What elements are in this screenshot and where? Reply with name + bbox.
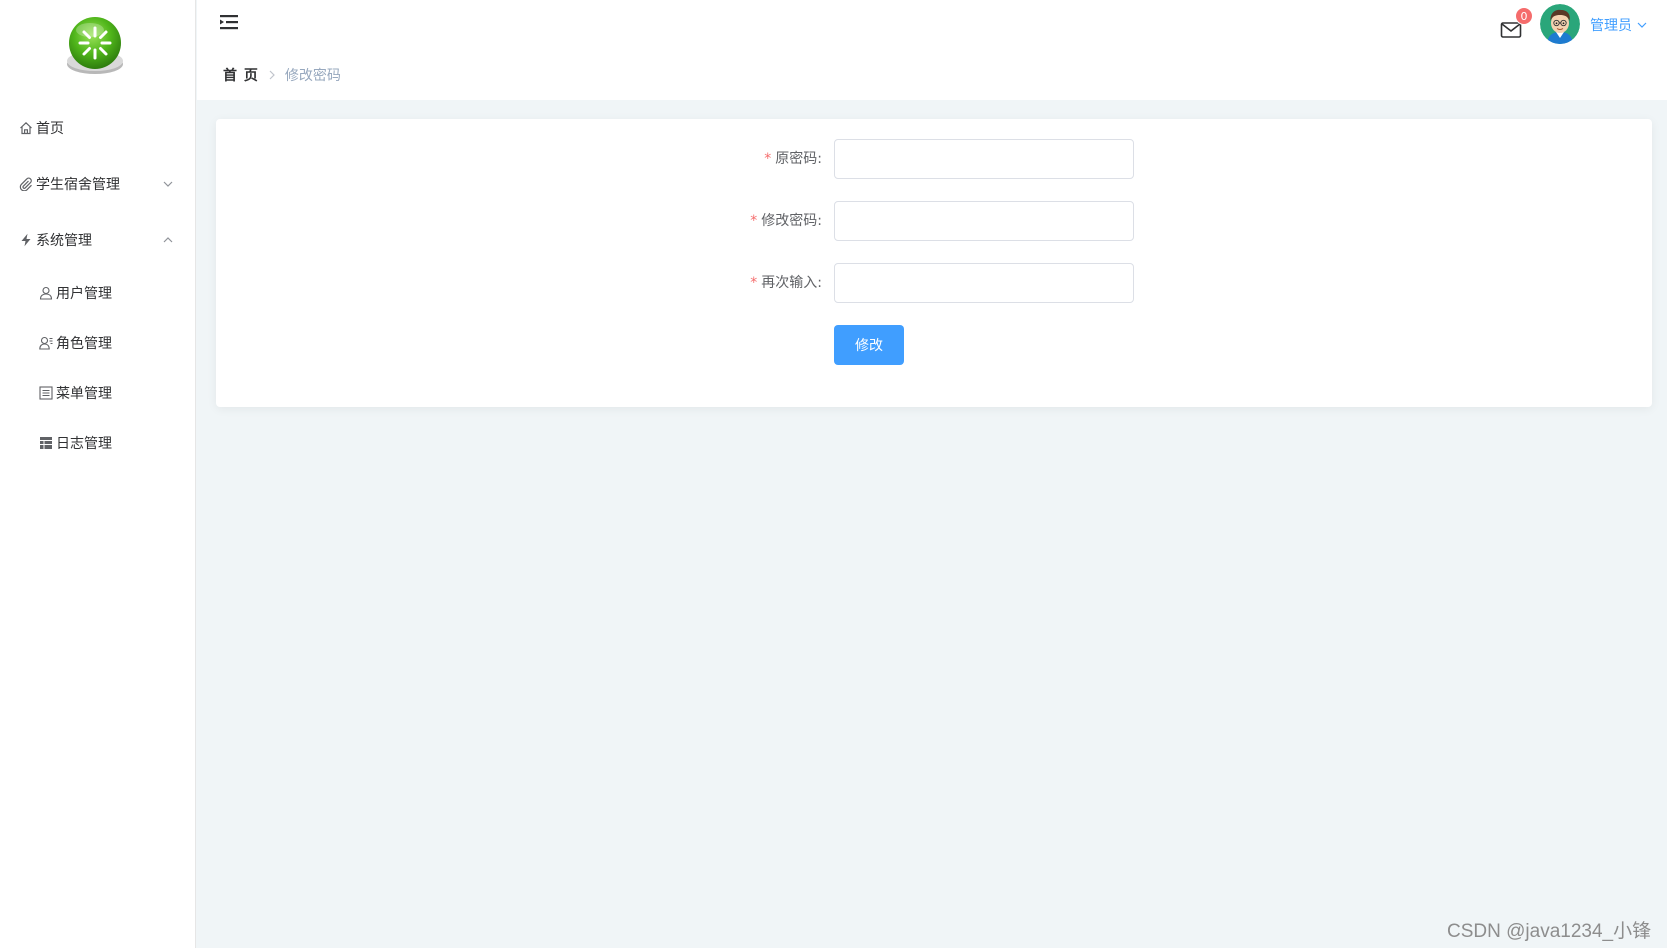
avatar[interactable] bbox=[1540, 4, 1580, 44]
required-asterisk: * bbox=[750, 213, 758, 229]
sidebar-menu: 首页 学生宿舍管理 系统管理 用户管理 角色管理 菜单管理 日志管理 bbox=[0, 100, 196, 468]
app-logo[interactable] bbox=[62, 14, 128, 76]
breadcrumb: 首 页 修改密码 bbox=[223, 65, 341, 85]
user-name-label: 管理员 bbox=[1590, 18, 1632, 34]
required-asterisk: * bbox=[764, 151, 772, 167]
chevron-right-icon bbox=[267, 70, 277, 80]
sidebar-item-users[interactable]: 用户管理 bbox=[0, 268, 196, 318]
chevron-down-icon bbox=[162, 178, 174, 190]
sidebar-item-label: 菜单管理 bbox=[56, 386, 112, 402]
user-role-icon bbox=[38, 335, 54, 351]
table-icon bbox=[38, 435, 54, 451]
sidebar-item-label: 日志管理 bbox=[56, 436, 112, 452]
home-icon bbox=[18, 120, 34, 136]
required-asterisk: * bbox=[750, 275, 758, 291]
user-icon bbox=[38, 285, 54, 301]
old-password-input[interactable] bbox=[834, 139, 1134, 179]
collapse-menu-icon[interactable] bbox=[219, 12, 239, 32]
form-row-old-password: * 原密码: bbox=[216, 139, 1652, 179]
sidebar-item-roles[interactable]: 角色管理 bbox=[0, 318, 196, 368]
chevron-up-icon bbox=[162, 234, 174, 246]
sidebar-item-label: 首页 bbox=[36, 121, 64, 137]
change-password-card: * 原密码: * 修改密码: * 再次输入: 修改 bbox=[216, 119, 1652, 407]
paperclip-icon bbox=[18, 176, 34, 192]
list-icon bbox=[38, 385, 54, 401]
form-row-confirm-password: * 再次输入: bbox=[216, 263, 1652, 303]
lightning-icon bbox=[18, 232, 34, 248]
old-password-label: * 原密码: bbox=[764, 151, 822, 167]
chevron-down-icon bbox=[1636, 19, 1648, 31]
new-password-input[interactable] bbox=[834, 201, 1134, 241]
sidebar-item-label: 角色管理 bbox=[56, 336, 112, 352]
sidebar-item-system-management[interactable]: 系统管理 bbox=[0, 212, 196, 268]
system-management-submenu: 用户管理 角色管理 菜单管理 日志管理 bbox=[0, 268, 196, 468]
confirm-password-input[interactable] bbox=[834, 263, 1134, 303]
sidebar-item-logs[interactable]: 日志管理 bbox=[0, 418, 196, 468]
sidebar-item-label: 系统管理 bbox=[36, 233, 92, 249]
sidebar: 首页 学生宿舍管理 系统管理 用户管理 角色管理 菜单管理 日志管理 bbox=[0, 0, 196, 948]
watermark: CSDN @java1234_小锋 bbox=[1447, 921, 1652, 942]
breadcrumb-home[interactable]: 首 页 bbox=[223, 65, 259, 85]
breadcrumb-current: 修改密码 bbox=[284, 68, 341, 84]
sidebar-item-home[interactable]: 首页 bbox=[0, 100, 196, 156]
sidebar-item-label: 用户管理 bbox=[56, 286, 112, 302]
message-count-badge: 0 bbox=[1515, 7, 1533, 25]
sidebar-item-label: 学生宿舍管理 bbox=[36, 177, 120, 193]
new-password-label: * 修改密码: bbox=[750, 213, 822, 229]
submit-change-button[interactable]: 修改 bbox=[834, 325, 904, 365]
top-header: 首 页 修改密码 0 管理员 bbox=[197, 0, 1667, 100]
form-row-new-password: * 修改密码: bbox=[216, 201, 1652, 241]
sidebar-item-menus[interactable]: 菜单管理 bbox=[0, 368, 196, 418]
sidebar-item-dorm-management[interactable]: 学生宿舍管理 bbox=[0, 156, 196, 212]
user-menu[interactable]: 管理员 bbox=[1590, 15, 1648, 35]
confirm-password-label: * 再次输入: bbox=[750, 275, 822, 291]
